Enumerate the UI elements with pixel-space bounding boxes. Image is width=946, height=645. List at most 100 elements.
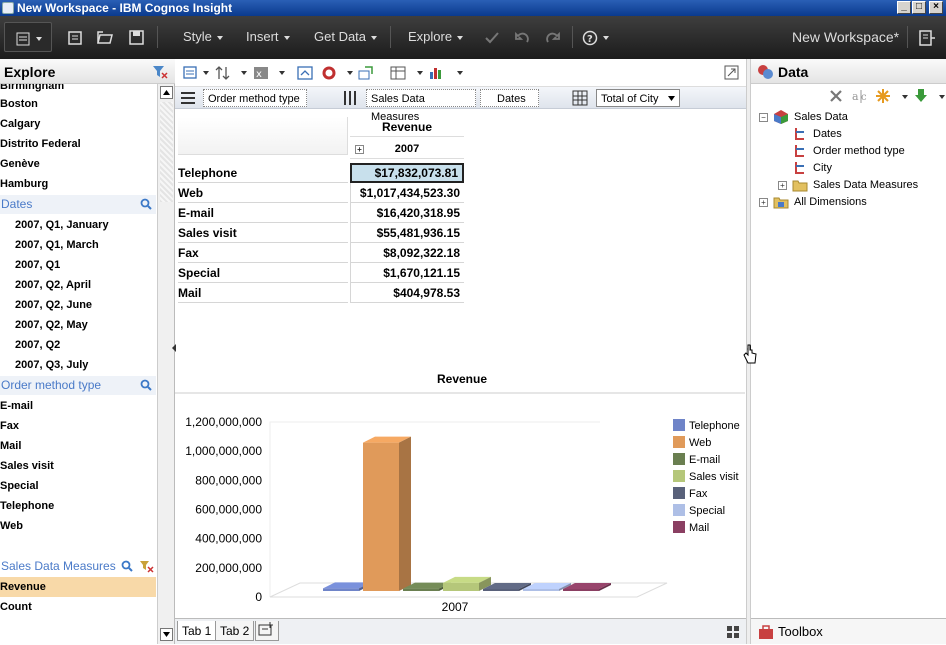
explore-date-item[interactable]: 2007, Q3, July bbox=[0, 355, 156, 375]
search-icon[interactable] bbox=[121, 560, 133, 572]
explore-order-item[interactable]: Special bbox=[0, 476, 156, 496]
crosstab-value-cell[interactable]: $1,670,121.15 bbox=[350, 263, 464, 283]
explore-menu[interactable]: Explore bbox=[408, 22, 464, 52]
crosstab-icon[interactable] bbox=[390, 65, 406, 81]
delete-icon[interactable] bbox=[828, 88, 844, 104]
explore-order-item[interactable]: E-mail bbox=[0, 396, 156, 416]
measures-section-header[interactable]: Sales Data Measures bbox=[0, 557, 156, 576]
scroll-up-arrow[interactable] bbox=[160, 86, 173, 99]
search-icon[interactable] bbox=[140, 379, 152, 391]
close-button[interactable]: × bbox=[929, 1, 943, 14]
new-icon[interactable] bbox=[66, 29, 84, 59]
explore-measure-item-selected[interactable]: Revenue bbox=[0, 577, 156, 597]
crosstab-value-cell[interactable]: $1,017,434,523.30 bbox=[350, 183, 464, 203]
maximize-widget-icon[interactable] bbox=[724, 65, 740, 81]
explore-date-item[interactable]: 2007, Q2, May bbox=[0, 315, 156, 335]
explore-order-item[interactable]: Mail bbox=[0, 436, 156, 456]
scroll-down-arrow[interactable] bbox=[160, 628, 173, 641]
format-icon[interactable] bbox=[183, 65, 199, 81]
toolbox-bar[interactable]: Toolbox bbox=[751, 618, 946, 644]
tree-item-dates[interactable]: Dates bbox=[813, 126, 842, 142]
explore-order-item[interactable]: Sales visit bbox=[0, 456, 156, 476]
tree-item-all-dimensions[interactable]: All Dimensions bbox=[794, 194, 867, 210]
explore-order-item[interactable]: Web bbox=[0, 516, 156, 536]
app-menu-button[interactable] bbox=[4, 22, 52, 52]
filter-clear-icon[interactable] bbox=[139, 559, 154, 573]
swap-rows-columns-icon[interactable] bbox=[297, 65, 313, 81]
crosstab-row-label[interactable]: Fax bbox=[178, 243, 348, 263]
panel-toggle-icon[interactable] bbox=[918, 29, 936, 59]
crosstab-value-cell[interactable]: $16,420,318.95 bbox=[350, 203, 464, 223]
help-menu[interactable]: ? bbox=[582, 22, 609, 52]
crosstab-measure-header[interactable]: Revenue bbox=[350, 117, 464, 137]
collapse-toggle[interactable]: − bbox=[759, 113, 768, 122]
crosstab-value-cell-selected[interactable]: $17,832,073.81 bbox=[350, 163, 464, 183]
explore-city-item[interactable]: Hamburg bbox=[0, 174, 156, 194]
undo-icon[interactable] bbox=[513, 29, 531, 59]
tree-item-city[interactable]: City bbox=[813, 160, 832, 176]
explore-city-item[interactable]: Boston bbox=[0, 94, 156, 114]
explore-date-item[interactable]: 2007, Q1, January bbox=[0, 215, 156, 235]
explore-city-item[interactable]: Genève bbox=[0, 154, 156, 174]
expand-toggle[interactable]: + bbox=[759, 198, 768, 207]
scroll-thumb[interactable] bbox=[160, 102, 173, 202]
crosstab-row-label[interactable]: Mail bbox=[178, 283, 348, 303]
redo-icon[interactable] bbox=[544, 29, 562, 59]
dates-section-header[interactable]: Dates bbox=[0, 195, 156, 214]
style-menu[interactable]: Style bbox=[183, 22, 223, 52]
tree-item-order-method[interactable]: Order method type bbox=[813, 143, 905, 159]
commit-icon[interactable] bbox=[483, 29, 501, 59]
explore-date-item[interactable]: 2007, Q2, April bbox=[0, 275, 156, 295]
suppress-icon[interactable] bbox=[321, 65, 337, 81]
filter-clear-icon[interactable] bbox=[152, 64, 168, 80]
revenue-bar-chart[interactable]: Revenue 1,200,000,000 1,000,000,000 800,000… bbox=[175, 364, 745, 616]
compute-icon[interactable] bbox=[875, 88, 891, 104]
explore-order-item[interactable]: Fax bbox=[0, 416, 156, 436]
explore-measure-item[interactable]: Count bbox=[0, 597, 156, 617]
import-icon[interactable] bbox=[913, 88, 929, 104]
columns-drop-zone-dates[interactable]: Dates bbox=[480, 89, 539, 107]
crosstab-row-label[interactable]: Telephone bbox=[178, 163, 348, 183]
tree-item-measures[interactable]: Sales Data Measures bbox=[813, 177, 918, 193]
tab-2[interactable]: Tab 2 bbox=[215, 621, 255, 641]
explore-scrollbar[interactable] bbox=[157, 84, 174, 644]
search-icon[interactable] bbox=[140, 198, 152, 210]
explore-date-item[interactable]: 2007, Q1 bbox=[0, 255, 156, 275]
save-icon[interactable] bbox=[128, 29, 146, 59]
insert-menu[interactable]: Insert bbox=[246, 22, 290, 52]
explore-date-item[interactable]: 2007, Q2, June bbox=[0, 295, 156, 315]
context-filter-select[interactable]: Total of City bbox=[596, 89, 680, 107]
crosstab-value-cell[interactable]: $8,092,322.18 bbox=[350, 243, 464, 263]
crosstab-value-cell[interactable]: $404,978.53 bbox=[350, 283, 464, 303]
crosstab-value-cell[interactable]: $55,481,936.15 bbox=[350, 223, 464, 243]
expand-icon[interactable]: + bbox=[355, 145, 364, 154]
calculate-icon[interactable]: x bbox=[253, 65, 269, 81]
columns-drop-zone-measures[interactable]: Sales Data Measures bbox=[366, 89, 476, 123]
explore-collapse-arrow[interactable] bbox=[171, 342, 177, 352]
crosstab-row-label[interactable]: Web bbox=[178, 183, 348, 203]
rows-drop-zone[interactable]: Order method type bbox=[203, 89, 307, 107]
maximize-button[interactable]: □ bbox=[912, 1, 926, 14]
expand-toggle[interactable]: + bbox=[778, 181, 787, 190]
explore-city-item[interactable]: Distrito Federal bbox=[0, 134, 156, 154]
explore-order-item[interactable]: Telephone bbox=[0, 496, 156, 516]
grid-view-icon[interactable] bbox=[726, 625, 740, 639]
open-icon[interactable] bbox=[96, 29, 114, 59]
explore-city-item[interactable]: Calgary bbox=[0, 114, 156, 134]
crosstab-row-label[interactable]: Sales visit bbox=[178, 223, 348, 243]
crosstab-year-header[interactable]: + 2007 bbox=[350, 139, 464, 159]
minimize-button[interactable]: _ bbox=[897, 1, 911, 14]
tab-1[interactable]: Tab 1 bbox=[177, 621, 217, 641]
crosstab-row-label[interactable]: E-mail bbox=[178, 203, 348, 223]
order-method-section-header[interactable]: Order method type bbox=[0, 376, 156, 395]
rename-icon[interactable]: ac bbox=[851, 88, 867, 104]
chart-type-icon[interactable] bbox=[428, 65, 444, 81]
crosstab-row-label[interactable]: Special bbox=[178, 263, 348, 283]
explore-date-item[interactable]: 2007, Q1, March bbox=[0, 235, 156, 255]
insert-calc-icon[interactable] bbox=[358, 65, 374, 81]
new-tab-button[interactable] bbox=[255, 621, 279, 641]
get-data-menu[interactable]: Get Data bbox=[314, 22, 378, 52]
explore-date-item[interactable]: 2007, Q2 bbox=[0, 335, 156, 355]
tree-root[interactable]: Sales Data bbox=[794, 109, 848, 125]
sort-icon[interactable] bbox=[215, 65, 231, 81]
